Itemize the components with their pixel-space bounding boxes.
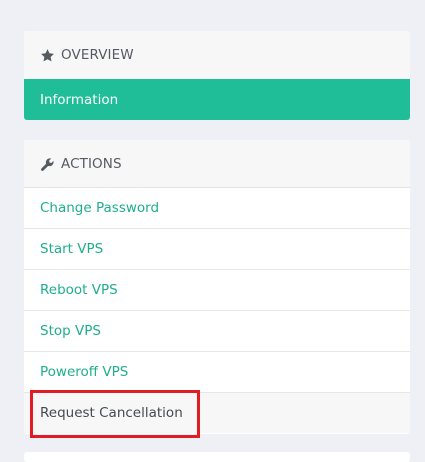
actions-list: Change Password Start VPS Reboot VPS Sto… bbox=[24, 187, 410, 433]
next-panel bbox=[24, 452, 410, 462]
actions-panel: ACTIONS Change Password Start VPS Reboot… bbox=[24, 140, 410, 434]
action-poweroff-vps[interactable]: Poweroff VPS bbox=[24, 351, 410, 392]
star-icon bbox=[40, 48, 55, 63]
overview-heading-label: OVERVIEW bbox=[61, 47, 134, 63]
action-start-vps[interactable]: Start VPS bbox=[24, 228, 410, 269]
action-change-password[interactable]: Change Password bbox=[24, 187, 410, 228]
sidebar-item-information[interactable]: Information bbox=[24, 79, 410, 120]
action-stop-vps[interactable]: Stop VPS bbox=[24, 310, 410, 351]
actions-heading: ACTIONS bbox=[24, 140, 410, 188]
overview-panel: OVERVIEW Information bbox=[24, 31, 410, 120]
wrench-icon bbox=[40, 157, 55, 172]
action-request-cancellation[interactable]: Request Cancellation bbox=[24, 392, 410, 433]
overview-heading: OVERVIEW bbox=[24, 31, 410, 79]
actions-heading-label: ACTIONS bbox=[61, 156, 122, 172]
action-reboot-vps[interactable]: Reboot VPS bbox=[24, 269, 410, 310]
